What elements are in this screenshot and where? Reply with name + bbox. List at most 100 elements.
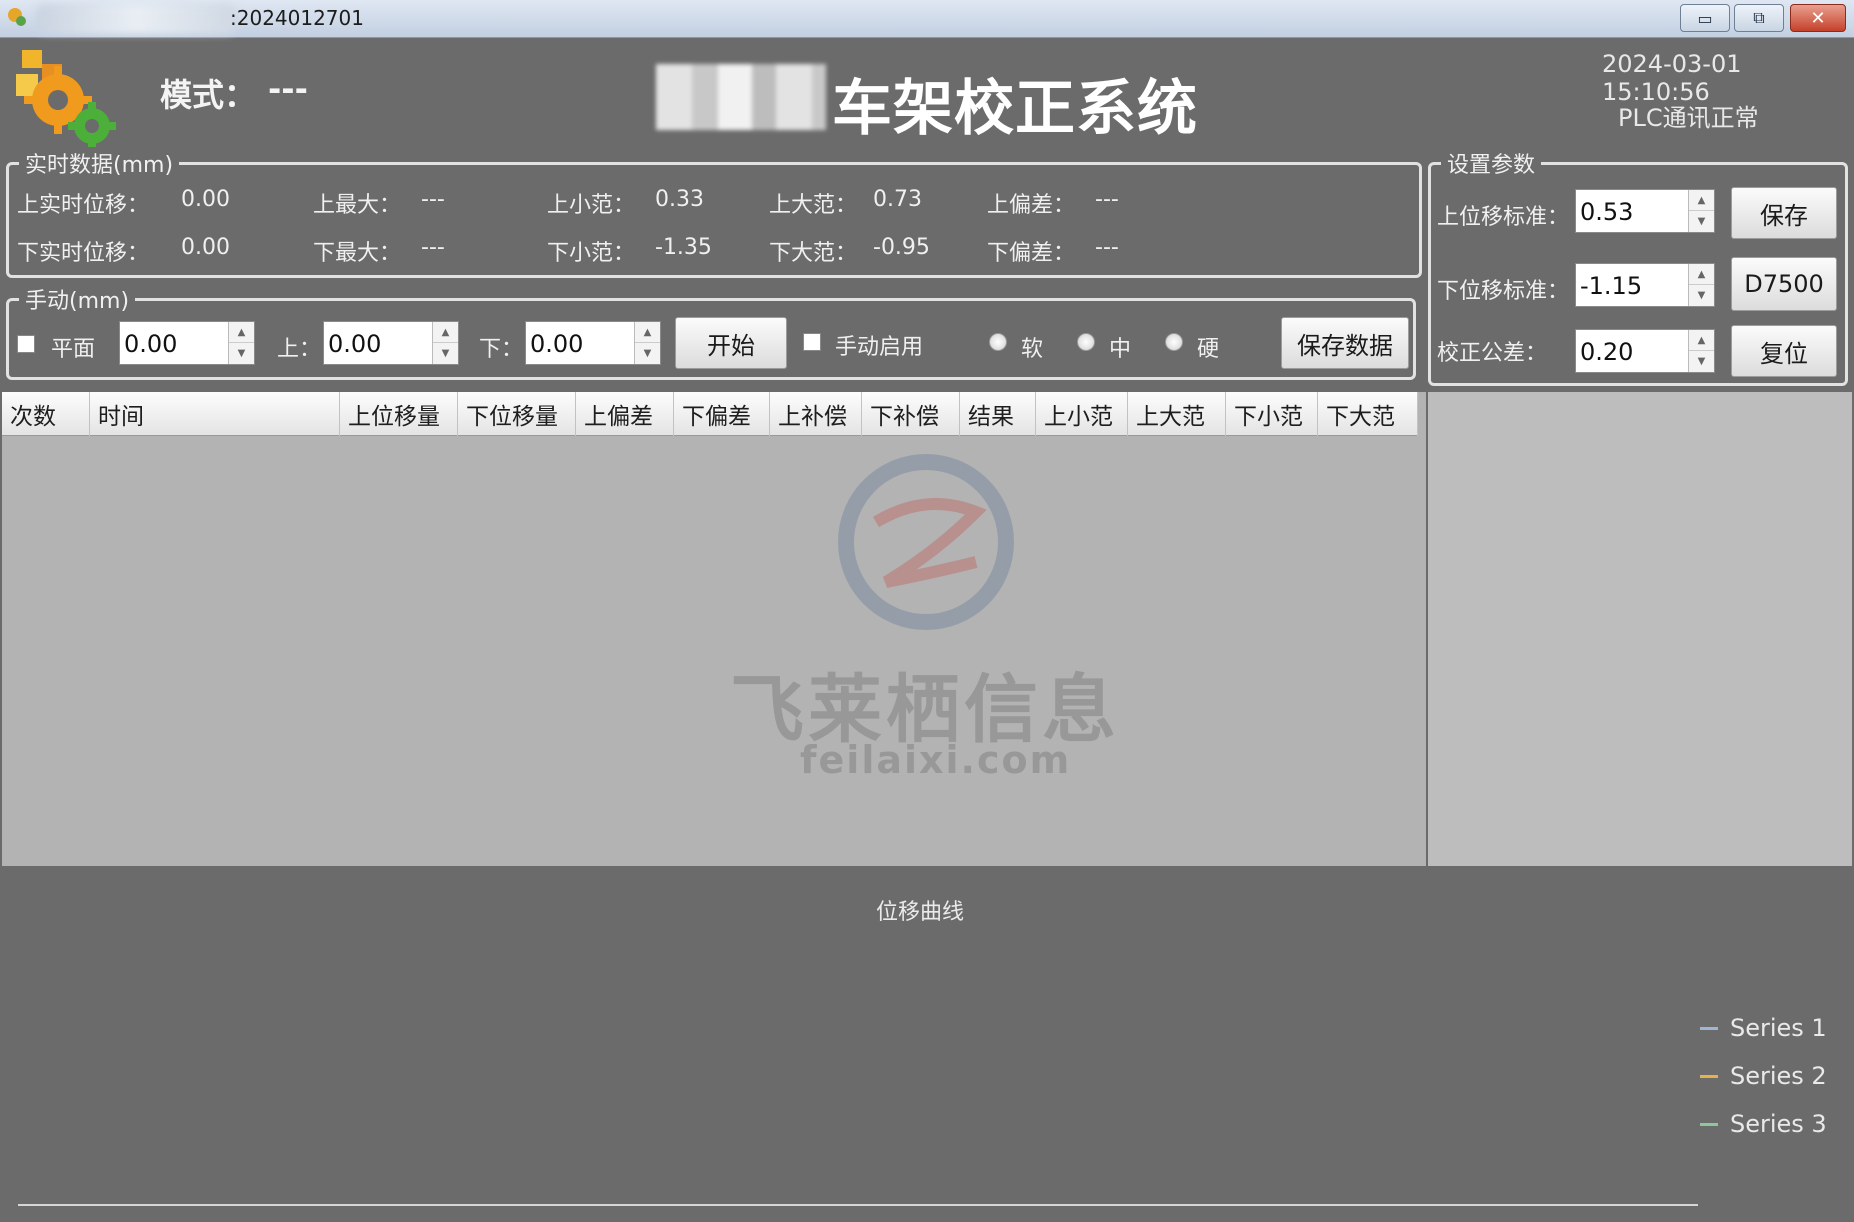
column-header[interactable]: 上小范 [1036,392,1128,436]
minimize-button[interactable]: ▭ [1680,4,1730,32]
manual-lower-spinner[interactable]: 0.00 ▲ ▼ [525,321,661,365]
legend-label: Series 2 [1730,1062,1827,1090]
lower-std-spinner[interactable]: -1.15 ▲ ▼ [1575,263,1715,307]
maximize-button[interactable]: ⧉ [1734,4,1784,32]
lower-disp-value: 0.00 [181,235,230,260]
radio-hard[interactable] [1165,333,1183,351]
spin-up-icon[interactable]: ▲ [229,322,254,343]
manual-group-title: 手动(mm) [19,283,136,315]
settings-group-title: 设置参数 [1441,147,1542,179]
lower-big-label: 下大范： [769,241,858,266]
app-icon [8,8,26,26]
manual-enable-checkbox[interactable] [803,333,821,351]
manual-upper-spinner[interactable]: 0.00 ▲ ▼ [323,321,459,365]
legend-item-series-1: Series 1 [1700,1014,1827,1042]
radio-soft[interactable] [989,333,1007,351]
lower-max-label: 下最大： [313,241,402,266]
upper-std-spinner[interactable]: 0.53 ▲ ▼ [1575,189,1715,233]
lower-dev-label: 下偏差： [987,241,1076,266]
spin-up-icon[interactable]: ▲ [1689,264,1714,285]
tolerance-label: 校正公差： [1437,341,1548,366]
reset-button[interactable]: 复位 [1731,325,1837,377]
upper-big-label: 上大范： [769,193,858,218]
column-header[interactable]: 次数 [2,392,90,436]
d7500-button[interactable]: D7500 [1731,257,1837,311]
manual-group: 手动(mm) 平面 0.00 ▲ ▼ 上： 0.00 ▲ ▼ 下： 0.00 ▲ ▼ … [6,283,1416,380]
legend-swatch [1700,1074,1718,1078]
close-button[interactable]: ✕ [1790,4,1846,32]
flat-label: 平面 [51,337,96,362]
close-icon: ✕ [1810,7,1826,29]
save-data-button[interactable]: 保存数据 [1281,317,1409,369]
spin-down-icon[interactable]: ▼ [229,343,254,364]
spin-down-icon[interactable]: ▼ [1689,285,1714,306]
spin-down-icon[interactable]: ▼ [1689,351,1714,372]
system-title: 车架校正系统 [832,74,1198,144]
tolerance-spinner[interactable]: 0.20 ▲ ▼ [1575,329,1715,373]
column-header[interactable]: 下偏差 [674,392,770,436]
spin-down-icon[interactable]: ▼ [1689,211,1714,232]
lower-std-label: 下位移标准： [1437,279,1570,304]
manual-lower-label: 下： [479,337,524,362]
legend-label: Series 3 [1730,1110,1827,1138]
settings-group: 设置参数 上位移标准： 0.53 ▲ ▼ 保存 下位移标准： -1.15 ▲ ▼ D… [1428,147,1848,386]
spin-up-icon[interactable]: ▲ [635,322,660,343]
column-header[interactable]: 时间 [90,392,340,436]
upper-std-label: 上位移标准： [1437,205,1570,230]
spin-down-icon[interactable]: ▼ [635,343,660,364]
data-table[interactable]: 次数 时间 上位移量 下位移量 上偏差 下偏差 上补偿 下补偿 结果 上小范 上… [2,392,1426,866]
upper-max-value: --- [421,187,445,212]
lower-std-value: -1.15 [1580,272,1643,300]
upper-small-value: 0.33 [655,187,704,212]
flat-spinner[interactable]: 0.00 ▲ ▼ [119,321,255,365]
blurred-title-region [36,4,236,34]
window-titlebar: :2024012701 ▭ ⧉ ✕ [0,0,1854,38]
upper-disp-label: 上实时位移： [17,193,150,218]
column-header[interactable]: 下大范 [1318,392,1418,436]
legend-item-series-3: Series 3 [1700,1110,1827,1138]
radio-hard-label: 硬 [1197,337,1220,362]
column-header[interactable]: 上位移量 [340,392,458,436]
upper-dev-value: --- [1095,187,1119,212]
upper-disp-value: 0.00 [181,187,230,212]
watermark-url: feilaixi.com [800,738,1072,782]
watermark-logo-icon [838,454,1014,630]
column-header[interactable]: 上大范 [1128,392,1226,436]
column-header[interactable]: 下小范 [1226,392,1318,436]
chart-title: 位移曲线 [876,900,965,925]
radio-medium[interactable] [1077,333,1095,351]
upper-small-label: 上小范： [547,193,636,218]
start-button[interactable]: 开始 [675,317,787,369]
column-header[interactable]: 上偏差 [576,392,674,436]
window-title: :2024012701 [230,6,364,30]
upper-big-value: 0.73 [873,187,922,212]
column-header[interactable]: 下补偿 [862,392,960,436]
upper-std-value: 0.53 [1580,198,1634,226]
spin-up-icon[interactable]: ▲ [433,322,458,343]
lower-disp-label: 下实时位移： [17,241,150,266]
legend-swatch [1700,1026,1718,1030]
spin-up-icon[interactable]: ▲ [1689,330,1714,351]
column-header[interactable]: 下位移量 [458,392,576,436]
lower-big-value: -0.95 [873,235,930,260]
spin-down-icon[interactable]: ▼ [433,343,458,364]
spin-up-icon[interactable]: ▲ [1689,190,1714,211]
save-settings-button[interactable]: 保存 [1731,187,1837,239]
lower-small-label: 下小范： [547,241,636,266]
flat-checkbox[interactable] [17,335,35,353]
manual-upper-label: 上： [277,337,322,362]
mode-label: 模式： [160,76,257,114]
plc-status: PLC通讯正常 [1618,104,1759,132]
flat-spinner-value: 0.00 [124,330,178,358]
upper-dev-label: 上偏差： [987,193,1076,218]
lower-small-value: -1.35 [655,235,712,260]
column-header[interactable]: 结果 [960,392,1036,436]
lower-max-value: --- [421,235,445,260]
column-header[interactable]: 上补偿 [770,392,862,436]
blurred-brand-region [656,64,826,130]
maximize-icon: ⧉ [1753,8,1765,27]
manual-enable-label: 手动启用 [835,335,924,360]
legend-swatch [1700,1122,1718,1126]
mode-value: --- [268,70,308,108]
gears-logo-icon [16,50,116,148]
